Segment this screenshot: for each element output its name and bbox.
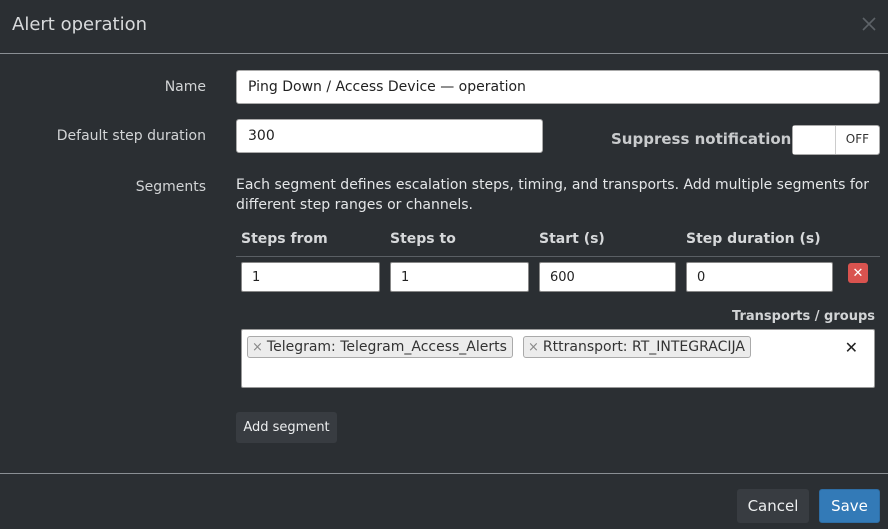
column-header-step-duration: Step duration (s)	[686, 231, 821, 247]
suppress-notifications-toggle[interactable]: OFF	[792, 125, 880, 155]
dialog-title: Alert operation	[12, 14, 147, 35]
steps-to-input[interactable]: 1	[390, 262, 529, 292]
segments-description: Each segment defines escalation steps, t…	[236, 177, 870, 213]
cancel-button[interactable]: Cancel	[737, 489, 809, 523]
toggle-state-text: OFF	[845, 132, 869, 146]
tag-label: Telegram: Telegram_Access_Alerts	[266, 339, 507, 355]
save-button[interactable]: Save	[819, 489, 880, 523]
tag-remove-icon[interactable]: ×	[252, 340, 263, 355]
segments-label: Segments	[135, 179, 206, 195]
column-header-start: Start (s)	[539, 231, 605, 247]
name-label: Name	[164, 79, 206, 95]
table-header-divider	[236, 256, 880, 257]
suppress-notifications-label: Suppress notifications	[611, 130, 801, 148]
start-input[interactable]: 600	[539, 262, 676, 292]
steps-from-input[interactable]: 1	[241, 262, 380, 292]
transports-groups-label: Transports / groups	[732, 309, 875, 324]
toggle-knob	[793, 126, 836, 154]
transport-tag: × Telegram: Telegram_Access_Alerts	[247, 336, 513, 358]
delete-icon: ✕	[852, 265, 864, 281]
dialog-header: Alert operation	[0, 0, 888, 54]
name-input[interactable]: Ping Down / Access Device — operation	[236, 70, 880, 104]
column-header-steps-from: Steps from	[241, 231, 328, 247]
step-duration-input[interactable]: 0	[686, 262, 833, 292]
clear-all-icon[interactable]: ✕	[845, 338, 858, 357]
default-step-duration-input[interactable]: 300	[236, 119, 543, 153]
default-step-duration-label: Default step duration	[56, 128, 206, 144]
column-header-steps-to: Steps to	[390, 231, 456, 247]
tag-label: Rttransport: RT_INTEGRACIJA	[542, 339, 745, 355]
transport-tag: × Rttransport: RT_INTEGRACIJA	[523, 336, 751, 358]
add-segment-button[interactable]: Add segment	[236, 412, 337, 443]
tag-remove-icon[interactable]: ×	[528, 340, 539, 355]
delete-segment-button[interactable]: ✕	[848, 263, 868, 283]
close-icon[interactable]	[860, 14, 878, 34]
transports-multiselect[interactable]: × Telegram: Telegram_Access_Alerts × Rtt…	[241, 329, 875, 388]
footer-divider	[0, 473, 888, 474]
